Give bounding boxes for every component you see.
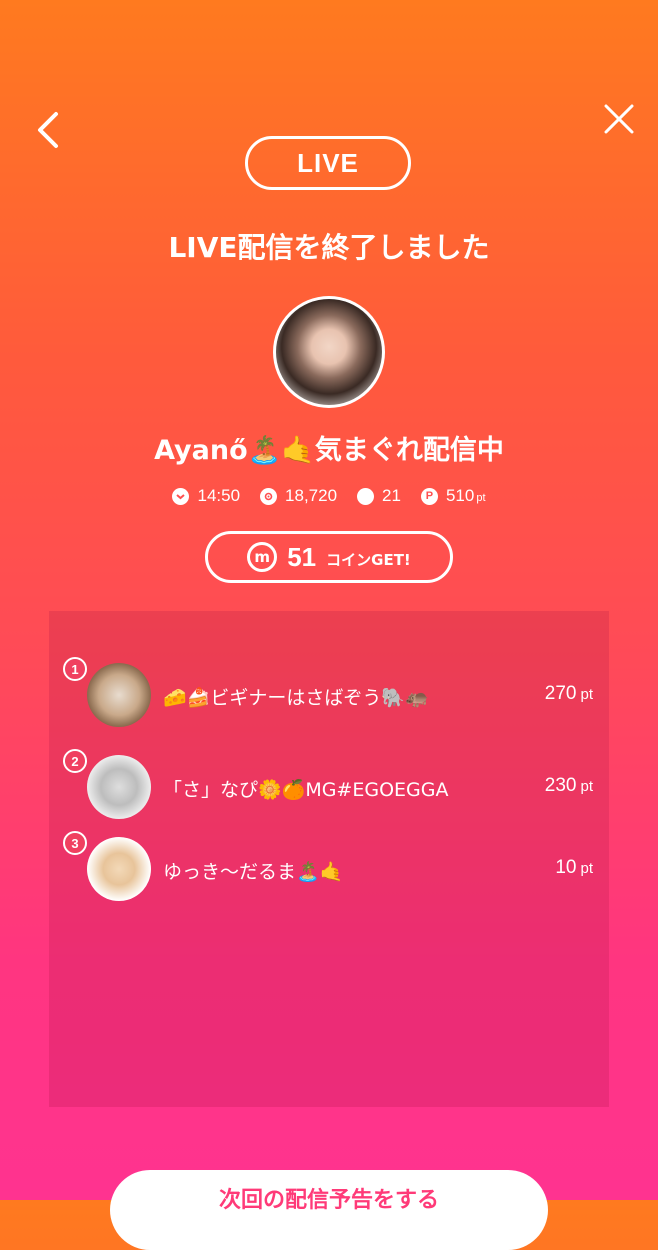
duration-stat: 14:50: [172, 486, 240, 506]
user-points: 230 pt: [545, 775, 593, 797]
points-unit: pt: [580, 778, 593, 795]
comments-stat: 21: [357, 486, 401, 506]
user-name: 「さ」なぴ🌼🍊MG#EGOEGGA: [163, 779, 449, 801]
points-stat: P 510 pt: [420, 486, 486, 506]
back-button[interactable]: [30, 108, 70, 152]
coin-value: 51: [287, 541, 317, 572]
user-name: ゆっき〜だるま🏝️🤙: [163, 861, 344, 883]
live-badge: LIVE: [245, 136, 411, 190]
stats-row: 14:50 18,720 21 P 510 pt: [0, 486, 658, 506]
points-unit: pt: [580, 686, 593, 703]
points-icon: P: [420, 487, 438, 505]
user-points: 10 pt: [555, 857, 593, 879]
comment-icon: [357, 487, 375, 505]
points-number: 270: [544, 683, 577, 704]
schedule-next-stream-button[interactable]: 次回の配信予告をする: [110, 1170, 548, 1250]
chevron-left-icon: [38, 112, 58, 148]
comments-value: 21: [382, 486, 401, 505]
stream-name: Ayanő🏝️🤙気まぐれ配信中: [154, 435, 504, 466]
streamer-avatar[interactable]: [273, 296, 385, 408]
rank-badge: 1: [63, 657, 87, 681]
viewers-icon: [260, 487, 278, 505]
close-button[interactable]: [598, 100, 640, 140]
user-avatar: [87, 663, 151, 727]
coin-icon: m: [247, 542, 278, 572]
ranking-row[interactable]: 2 「さ」なぴ🌼🍊MG#EGOEGGA 230 pt: [49, 749, 609, 825]
points-value: 510: [445, 486, 475, 505]
coin-get-box: m 51 コインGET!: [205, 531, 453, 583]
user-avatar: [87, 837, 151, 901]
ranking-row[interactable]: 1 🧀🍰ビギナーはさばぞう🐘🦛 270 pt: [49, 657, 609, 733]
user-name: 🧀🍰ビギナーはさばぞう🐘🦛: [163, 687, 429, 709]
viewers-stat: 18,720: [260, 486, 337, 506]
close-icon: [604, 104, 634, 134]
viewers-value: 18,720: [285, 486, 338, 505]
points-number: 230: [544, 775, 577, 796]
avatar-photo: [276, 299, 382, 405]
ranking-panel: 1 🧀🍰ビギナーはさばぞう🐘🦛 270 pt 2 「さ」なぴ🌼🍊MG#EGOEG…: [49, 611, 609, 1107]
page-title: LIVE配信を終了しました: [168, 231, 490, 264]
duration-value: 14:50: [197, 486, 241, 505]
user-points: 270 pt: [545, 683, 593, 705]
ranking-row[interactable]: 3 ゆっき〜だるま🏝️🤙 10 pt: [49, 831, 609, 907]
points-unit: pt: [580, 860, 593, 877]
clock-icon: [172, 487, 190, 505]
rank-badge: 3: [63, 831, 87, 855]
rank-badge: 2: [63, 749, 87, 773]
user-avatar: [87, 755, 151, 819]
coin-label: コインGET!: [326, 550, 411, 569]
points-unit: pt: [476, 492, 486, 504]
points-number: 10: [555, 857, 577, 878]
